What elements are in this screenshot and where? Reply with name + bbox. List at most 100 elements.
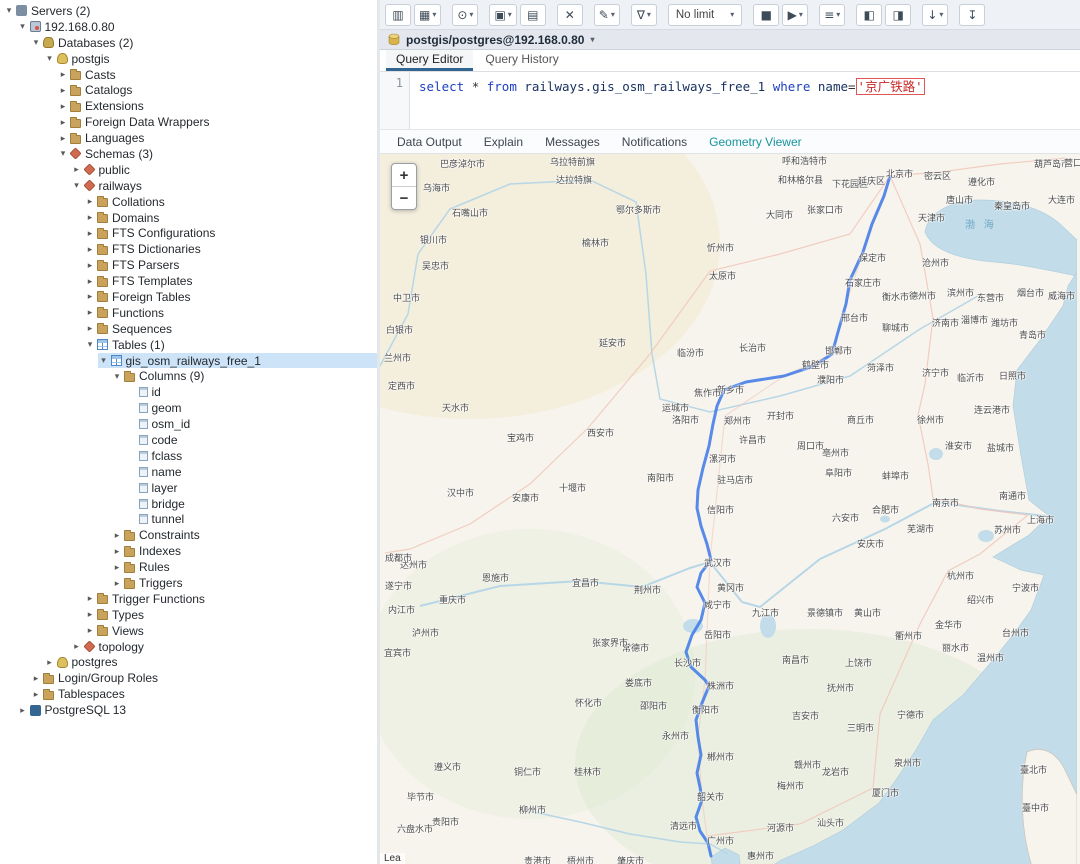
delete-row-button[interactable]: ✕: [556, 3, 583, 26]
chevron-right-icon[interactable]: ▸: [84, 244, 96, 255]
tree-item-views[interactable]: ▸ Views: [84, 623, 377, 639]
tab-geometry-viewer[interactable]: Geometry Viewer: [700, 132, 810, 152]
chevron-right-icon[interactable]: ▸: [57, 69, 69, 80]
map-attribution[interactable]: Lea: [380, 853, 405, 864]
download-csv-button[interactable]: ↧: [959, 3, 986, 26]
chevron-right-icon[interactable]: ▸: [44, 657, 56, 668]
tree-item-rules[interactable]: ▸ Rules: [111, 559, 377, 575]
tree-item-types[interactable]: ▸ Types: [84, 607, 377, 623]
tree-item-foreign-tables[interactable]: ▸ Foreign Tables: [84, 289, 377, 305]
tree-item-fts-parsers[interactable]: ▸ FTS Parsers: [84, 257, 377, 273]
tree-item-fts-dictionaries[interactable]: ▸ FTS Dictionaries: [84, 241, 377, 257]
tree-item-osm-id[interactable]: osm_id: [125, 416, 378, 432]
tree-item-topology[interactable]: ▸ topology: [71, 639, 378, 655]
tree-item-id[interactable]: id: [125, 384, 378, 400]
chevron-down-icon[interactable]: ▾: [44, 53, 56, 64]
sql-editor[interactable]: 1 select * from railways.gis_osm_railway…: [380, 72, 1080, 130]
tree-item-name[interactable]: name: [125, 464, 378, 480]
chevron-right-icon[interactable]: ▸: [84, 228, 96, 239]
tab-query-history[interactable]: Query History: [475, 50, 568, 71]
tree-item-postgis[interactable]: ▾ postgis: [44, 51, 378, 67]
copy-button[interactable]: ▣ ▾: [489, 3, 517, 26]
filter-button[interactable]: ∇ ▾: [630, 3, 657, 26]
tree-item-tablespaces[interactable]: ▸ Tablespaces: [30, 686, 377, 702]
chevron-right-icon[interactable]: ▸: [111, 546, 123, 557]
tree-item-extensions[interactable]: ▸ Extensions: [57, 98, 377, 114]
chevron-right-icon[interactable]: ▸: [30, 673, 42, 684]
chevron-right-icon[interactable]: ▸: [17, 705, 29, 716]
sql-code-line[interactable]: select * from railways.gis_osm_railways_…: [410, 72, 925, 129]
tree-item-trigger-functions[interactable]: ▸ Trigger Functions: [84, 591, 377, 607]
chevron-right-icon[interactable]: ▸: [84, 212, 96, 223]
explain-analyze-button[interactable]: ◨: [885, 3, 912, 26]
chevron-down-icon[interactable]: ▾: [111, 371, 123, 382]
geometry-viewer-map[interactable]: 巴彦淖尔市 乌拉特前旗 呼和浩特市 和林格尔县 达拉特旗 下花园区 延庆区 北京市 密云区 遵化市…: [380, 154, 1080, 864]
execute-query-button[interactable]: ▶ ▾: [782, 3, 809, 26]
tree-item-public[interactable]: ▸ public: [71, 162, 378, 178]
connection-bar[interactable]: postgis/postgres@192.168.0.80 ▾: [380, 30, 1080, 50]
chevron-right-icon[interactable]: ▸: [57, 85, 69, 96]
tree-item-catalogs[interactable]: ▸ Catalogs: [57, 82, 377, 98]
tab-explain[interactable]: Explain: [475, 132, 532, 152]
tree-item-tables-1[interactable]: ▾ Tables (1): [84, 337, 377, 353]
tree-item-login-group-roles[interactable]: ▸ Login/Group Roles: [30, 670, 377, 686]
tab-messages[interactable]: Messages: [536, 132, 609, 152]
cancel-query-button[interactable]: ■: [753, 3, 780, 26]
chevron-right-icon[interactable]: ▸: [71, 641, 83, 652]
tree-item-triggers[interactable]: ▸ Triggers: [111, 575, 377, 591]
chevron-right-icon[interactable]: ▸: [57, 117, 69, 128]
chevron-down-icon[interactable]: ▾: [98, 355, 110, 366]
tree-item-casts[interactable]: ▸ Casts: [57, 67, 377, 83]
find-replace-button[interactable]: ⊙ ▾: [452, 3, 479, 26]
tree-item-databases-2[interactable]: ▾ Databases (2): [30, 35, 377, 51]
chevron-right-icon[interactable]: ▸: [84, 307, 96, 318]
tree-item-columns-9[interactable]: ▾ Columns (9): [111, 368, 377, 384]
tree-item-fts-configurations[interactable]: ▸ FTS Configurations: [84, 225, 377, 241]
chevron-down-icon[interactable]: ▾: [17, 21, 29, 32]
tab-query-editor[interactable]: Query Editor: [386, 50, 474, 71]
edit-button[interactable]: ✎ ▾: [593, 3, 620, 26]
chevron-right-icon[interactable]: ▸: [84, 291, 96, 302]
tree-item-bridge[interactable]: bridge: [125, 496, 378, 512]
tree-item-postgres[interactable]: ▸ postgres: [44, 655, 378, 671]
chevron-down-icon[interactable]: ▾: [30, 37, 42, 48]
chevron-right-icon[interactable]: ▸: [84, 323, 96, 334]
tab-notifications[interactable]: Notifications: [613, 132, 696, 152]
tree-item-geom[interactable]: geom: [125, 400, 378, 416]
tree-item-fts-templates[interactable]: ▸ FTS Templates: [84, 273, 377, 289]
chevron-right-icon[interactable]: ▸: [71, 164, 83, 175]
chevron-right-icon[interactable]: ▸: [84, 625, 96, 636]
tree-item-layer[interactable]: layer: [125, 480, 378, 496]
tree-item-collations[interactable]: ▸ Collations: [84, 194, 377, 210]
tree-item-code[interactable]: code: [125, 432, 378, 448]
tree-item-postgresql-13[interactable]: ▸ PostgreSQL 13: [17, 702, 378, 718]
tree-item-fclass[interactable]: fclass: [125, 448, 378, 464]
chevron-down-icon[interactable]: ▾: [71, 180, 83, 191]
tree-item-gis-osm-railways-free-1[interactable]: ▾ gis_osm_railways_free_1: [97, 352, 377, 369]
save-file-button[interactable]: ▦ ▾: [414, 3, 442, 26]
tree-item-indexes[interactable]: ▸ Indexes: [111, 543, 377, 559]
tree-item-railways[interactable]: ▾ railways: [71, 178, 378, 194]
tree-item-servers-2[interactable]: ▾ Servers (2): [3, 3, 377, 19]
tree-item-functions[interactable]: ▸ Functions: [84, 305, 377, 321]
chevron-right-icon[interactable]: ▸: [84, 593, 96, 604]
open-file-button[interactable]: ▥: [385, 3, 411, 26]
chevron-right-icon[interactable]: ▸: [84, 609, 96, 620]
chevron-right-icon[interactable]: ▸: [84, 276, 96, 287]
chevron-right-icon[interactable]: ▸: [84, 196, 96, 207]
chevron-right-icon[interactable]: ▸: [111, 530, 123, 541]
chevron-right-icon[interactable]: ▸: [57, 101, 69, 112]
chevron-down-icon[interactable]: ▾: [57, 148, 69, 159]
tree-item-foreign-data-wrappers[interactable]: ▸ Foreign Data Wrappers: [57, 114, 377, 130]
tree-item-schemas-3[interactable]: ▾ Schemas (3): [57, 146, 377, 162]
tree-item-languages[interactable]: ▸ Languages: [57, 130, 377, 146]
paste-button[interactable]: ▤: [519, 3, 546, 26]
tree-item-sequences[interactable]: ▸ Sequences: [84, 321, 377, 337]
chevron-down-icon[interactable]: ▾: [3, 5, 15, 16]
tree-item-tunnel[interactable]: tunnel: [125, 512, 378, 528]
tree-item-domains[interactable]: ▸ Domains: [84, 210, 377, 226]
tree-item-192-168-0-80[interactable]: ▾ 192.168.0.80: [17, 19, 378, 35]
save-results-button[interactable]: ↓ ▾: [922, 3, 949, 26]
macros-button[interactable]: ≡ ▾: [819, 3, 846, 26]
chevron-right-icon[interactable]: ▸: [111, 562, 123, 573]
